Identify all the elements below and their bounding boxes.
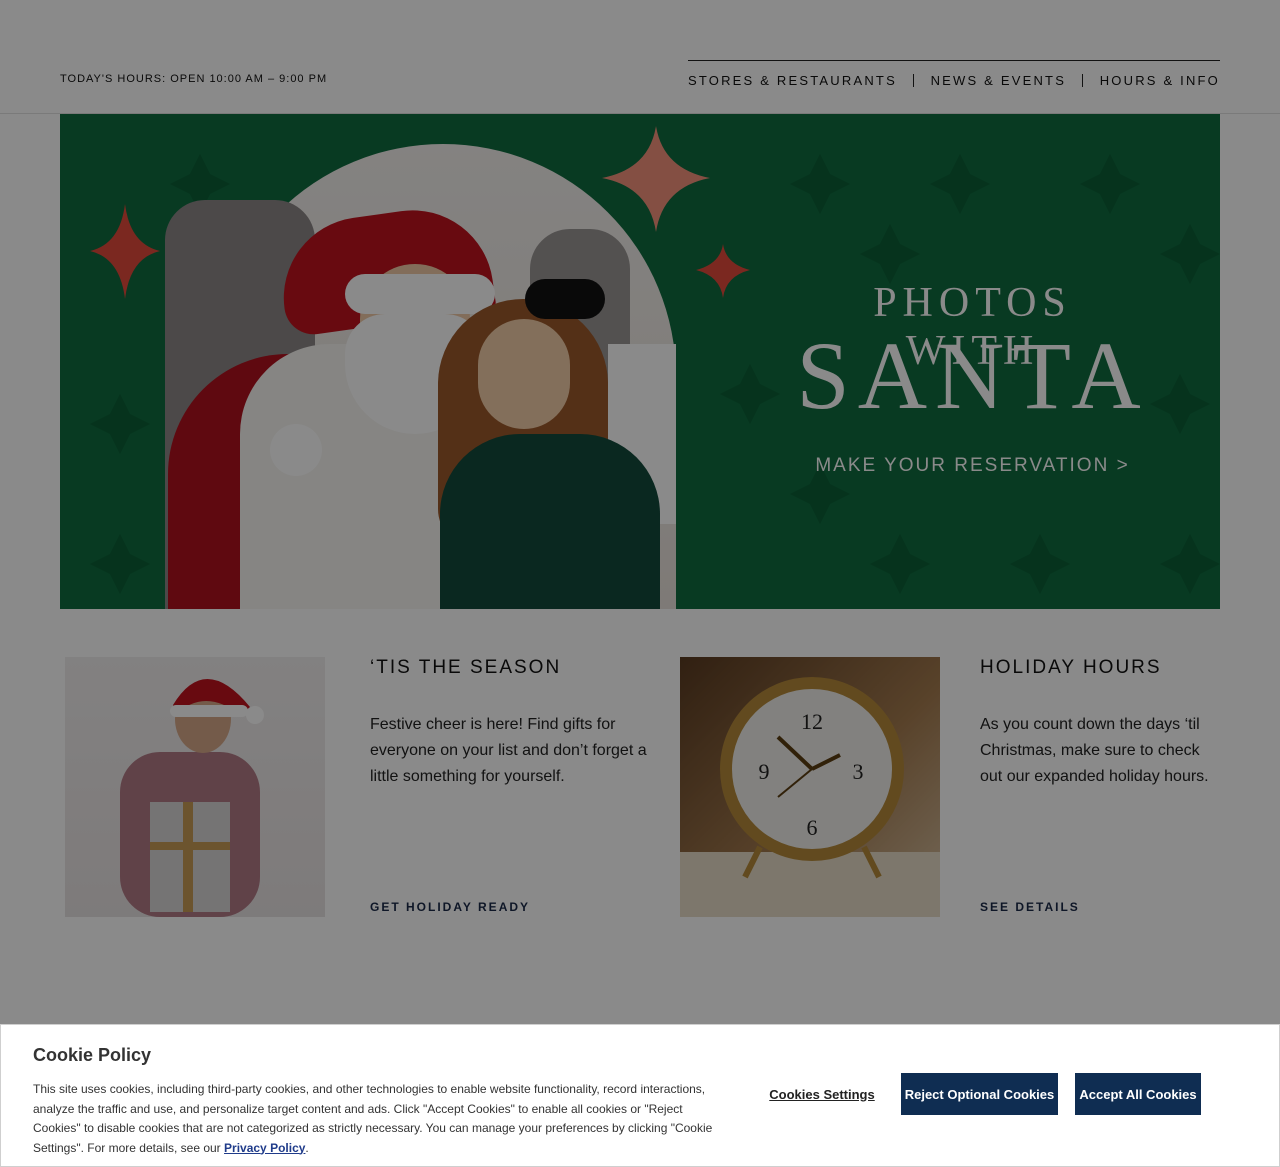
accept-all-cookies-button[interactable]: Accept All Cookies	[1075, 1073, 1201, 1115]
cookie-banner: Cookie Policy This site uses cookies, in…	[0, 1024, 1280, 1167]
privacy-policy-link[interactable]: Privacy Policy	[224, 1141, 305, 1155]
reject-optional-cookies-button[interactable]: Reject Optional Cookies	[901, 1073, 1058, 1115]
cookies-settings-button[interactable]: Cookies Settings	[763, 1083, 881, 1105]
cookie-text-body: This site uses cookies, including third-…	[33, 1082, 713, 1155]
page-dim-overlay	[0, 0, 1280, 1167]
cookie-title: Cookie Policy	[33, 1045, 152, 1065]
cookie-description: This site uses cookies, including third-…	[33, 1082, 713, 1155]
